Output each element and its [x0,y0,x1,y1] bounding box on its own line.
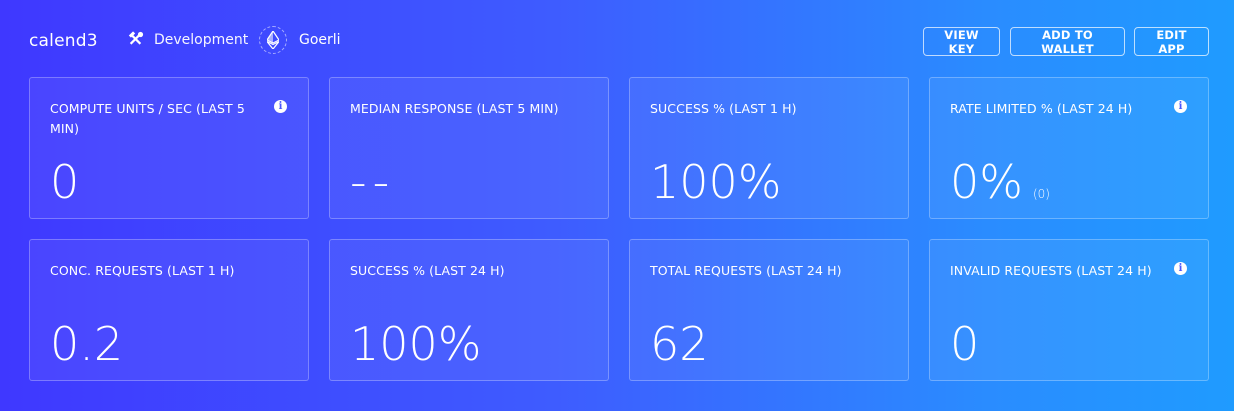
hammer-wrench-icon [128,31,144,45]
environment-indicator: Development [127,31,248,48]
card-value: 0 [950,317,980,371]
card-title: MEDIAN RESPONSE (LAST 5 MIN) [350,101,559,116]
app-name: calend3 [29,31,98,51]
environment-label: Development [154,31,249,48]
stat-card-success-1h: SUCCESS % (LAST 1 H) 100% [629,77,909,219]
card-value: 100% [650,155,782,209]
card-value: 100% [350,317,482,371]
card-value: 0.2 [50,317,124,371]
edit-app-button[interactable]: EDIT APP [1134,27,1209,56]
card-value: -- [350,155,396,209]
ethereum-icon [259,26,287,54]
info-icon[interactable]: i [1174,100,1187,113]
card-value: 0 [50,155,80,209]
card-value: 0% [950,155,1023,209]
card-title: INVALID REQUESTS (LAST 24 H) [950,263,1152,278]
stat-card-invalid-requests: INVALID REQUESTS (LAST 24 H) i 0 [929,239,1209,381]
card-sub-value: (0) [1032,186,1050,201]
stat-card-rate-limited: RATE LIMITED % (LAST 24 H) i 0% (0) [929,77,1209,219]
app-header: calend3 Development Goerli VIEW KEY ADD … [0,0,1234,80]
card-value-wrapper: 0% (0) [950,154,1050,214]
view-key-button[interactable]: VIEW KEY [923,27,1000,56]
add-to-wallet-button[interactable]: ADD TO WALLET [1010,27,1125,56]
card-value: 62 [650,317,709,371]
stat-card-median-response: MEDIAN RESPONSE (LAST 5 MIN) -- [329,77,609,219]
info-icon[interactable]: i [274,100,287,113]
stat-card-total-requests: TOTAL REQUESTS (LAST 24 H) 62 [629,239,909,381]
card-title: RATE LIMITED % (LAST 24 H) [950,101,1133,116]
card-title: SUCCESS % (LAST 1 H) [650,101,797,116]
stat-card-success-24h: SUCCESS % (LAST 24 H) 100% [329,239,609,381]
stat-card-compute-units: COMPUTE UNITS / SEC (LAST 5 MIN) i 0 [29,77,309,219]
card-title: COMPUTE UNITS / SEC (LAST 5 MIN) [50,101,245,136]
stat-card-concurrent-requests: CONC. REQUESTS (LAST 1 H) 0.2 [29,239,309,381]
card-title: CONC. REQUESTS (LAST 1 H) [50,263,235,278]
network-indicator: Goerli [259,26,341,54]
card-title: SUCCESS % (LAST 24 H) [350,263,505,278]
info-icon[interactable]: i [1174,262,1187,275]
network-label: Goerli [299,32,341,48]
card-title: TOTAL REQUESTS (LAST 24 H) [650,263,842,278]
